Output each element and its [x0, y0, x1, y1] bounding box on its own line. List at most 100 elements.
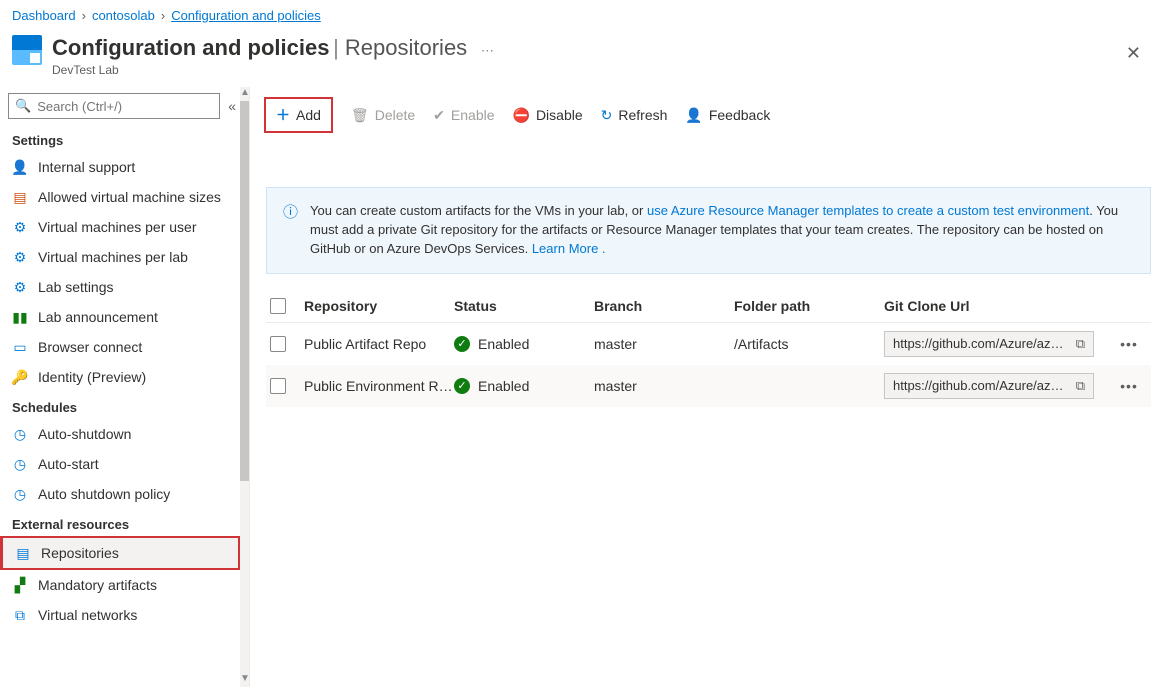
select-all-checkbox[interactable]: [270, 298, 286, 314]
row-checkbox[interactable]: [270, 378, 286, 394]
repositories-table: Repository Status Branch Folder path Git…: [266, 290, 1151, 407]
info-link-arm[interactable]: use Azure Resource Manager templates to …: [647, 203, 1089, 218]
more-actions-icon[interactable]: ⋯: [481, 43, 494, 58]
sidebar-item-lab-settings[interactable]: ⚙ Lab settings: [0, 272, 240, 302]
refresh-icon: ↻: [601, 107, 613, 124]
scroll-thumb[interactable]: [240, 101, 249, 481]
sidebar-item-internal-support[interactable]: 👤 Internal support: [0, 152, 240, 182]
sidebar-scrollbar[interactable]: ▲ ▼: [240, 87, 249, 687]
search-input[interactable]: [37, 99, 213, 114]
sidebar-item-auto-shutdown[interactable]: ◷Auto-shutdown: [0, 419, 240, 449]
toolbar-label: Enable: [451, 107, 495, 123]
sidebar-item-auto-shutdown-policy[interactable]: ◷Auto shutdown policy: [0, 479, 240, 509]
breadcrumb-link-lab[interactable]: contosolab: [92, 8, 155, 23]
cell-branch: master: [594, 378, 734, 394]
disable-icon: ⛔: [513, 107, 530, 124]
breadcrumb-link-current[interactable]: Configuration and policies: [171, 8, 321, 23]
key-icon: 🔑: [12, 369, 28, 385]
col-branch[interactable]: Branch: [594, 298, 734, 314]
sidebar-item-identity[interactable]: 🔑 Identity (Preview): [0, 362, 240, 392]
col-status[interactable]: Status: [454, 298, 594, 314]
gear-icon: ⚙: [12, 219, 28, 235]
sidebar-item-label: Repositories: [41, 545, 119, 561]
devtestlab-icon: [12, 35, 42, 65]
table-row[interactable]: Public Environment Re... ✓ Enabled master…: [266, 365, 1151, 407]
info-text: You can create custom artifacts for the …: [310, 203, 647, 218]
disable-button[interactable]: ⛔ Disable: [513, 107, 583, 124]
sidebar-item-label: Lab settings: [38, 279, 114, 295]
close-icon[interactable]: ✕: [1112, 35, 1155, 72]
cell-name: Public Environment Re...: [304, 378, 454, 394]
sidebar-item-label: Auto shutdown policy: [38, 486, 170, 502]
check-icon: ✓: [454, 378, 470, 394]
sidebar-item-vm-per-lab[interactable]: ⚙Virtual machines per lab: [0, 242, 240, 272]
search-icon: 🔍: [15, 98, 31, 114]
title-separator: |: [333, 35, 345, 60]
sidebar-item-label: Mandatory artifacts: [38, 577, 157, 593]
sidebar-item-label: Auto-shutdown: [38, 426, 131, 442]
collapse-sidebar-icon[interactable]: «: [228, 98, 236, 114]
cell-url: https://github.com/Azure/azure...: [893, 378, 1068, 393]
sidebar-item-auto-start[interactable]: ◷Auto-start: [0, 449, 240, 479]
col-url[interactable]: Git Clone Url: [884, 298, 1111, 314]
sidebar-item-label: Browser connect: [38, 339, 142, 355]
clock-icon: ◷: [12, 456, 28, 472]
sidebar-item-label: Identity (Preview): [38, 369, 146, 385]
main-content: ＋Add 🗑Delete ✔Enable ⛔Disable ↻Refresh 👤…: [250, 87, 1167, 687]
breadcrumb-link-dashboard[interactable]: Dashboard: [12, 8, 76, 23]
resource-type: DevTest Lab: [52, 63, 1112, 77]
row-checkbox[interactable]: [270, 336, 286, 352]
sidebar-item-vm-per-user[interactable]: ⚙ Virtual machines per user: [0, 212, 240, 242]
gear-icon: ⚙: [12, 249, 28, 265]
sidebar: 🔍 « Settings 👤Internal support ▤Allowed …: [0, 87, 250, 687]
sidebar-item-virtual-networks[interactable]: ⧉Virtual networks: [0, 600, 240, 630]
toolbar-label: Delete: [375, 107, 415, 123]
copy-icon[interactable]: ⧉: [1076, 336, 1085, 352]
add-button[interactable]: ＋ Add: [264, 97, 333, 133]
toolbar-label: Disable: [536, 107, 583, 123]
page-subtitle: Repositories: [345, 35, 467, 60]
sidebar-item-label: Virtual machines per user: [38, 219, 196, 235]
sidebar-search[interactable]: 🔍: [8, 93, 220, 119]
table-row[interactable]: Public Artifact Repo ✓Enabled master /Ar…: [266, 323, 1151, 365]
git-url-box[interactable]: https://github.com/Azure/azure... ⧉: [884, 373, 1094, 399]
row-more-icon[interactable]: •••: [1111, 336, 1147, 352]
scroll-up-icon[interactable]: ▲: [240, 87, 249, 101]
toolbar-label: Refresh: [618, 107, 667, 123]
sidebar-item-repositories[interactable]: ▤Repositories: [0, 536, 240, 570]
scroll-down-icon[interactable]: ▼: [240, 673, 249, 687]
sidebar-item-label: Allowed virtual machine sizes: [38, 189, 221, 205]
chevron-right-icon: ›: [82, 8, 86, 23]
sidebar-item-label: Internal support: [38, 159, 135, 175]
cell-branch: master: [594, 336, 734, 352]
toolbar-label: Feedback: [709, 107, 770, 123]
sidebar-item-browser-connect[interactable]: ▭Browser connect: [0, 332, 240, 362]
person-icon: 👤: [12, 159, 28, 175]
feedback-button[interactable]: 👤Feedback: [685, 107, 770, 124]
refresh-button[interactable]: ↻ Refresh: [601, 107, 668, 124]
toolbar-label: Add: [296, 107, 321, 123]
row-more-icon[interactable]: •••: [1111, 378, 1147, 394]
col-repository[interactable]: Repository: [304, 298, 454, 314]
copy-icon[interactable]: ⧉: [1076, 378, 1085, 394]
section-external-resources: External resources: [0, 509, 240, 536]
artifacts-icon: ▗▘: [12, 577, 28, 593]
page-title: Configuration and policies: [52, 35, 329, 60]
enable-button: ✔ Enable: [433, 107, 494, 124]
plus-icon: ＋: [276, 105, 290, 125]
sidebar-item-label: Lab announcement: [38, 309, 158, 325]
cell-folder: /Artifacts: [734, 336, 884, 352]
sidebar-item-lab-announcement[interactable]: ▮▮ Lab announcement: [0, 302, 240, 332]
git-url-box[interactable]: https://github.com/Azure/azure...⧉: [884, 331, 1094, 357]
sidebar-item-mandatory-artifacts[interactable]: ▗▘ Mandatory artifacts: [0, 570, 240, 600]
network-icon: ⧉: [12, 607, 28, 623]
sidebar-item-allowed-sizes[interactable]: ▤Allowed virtual machine sizes: [0, 182, 240, 212]
cell-status: Enabled: [478, 378, 529, 394]
info-link-learn-more[interactable]: Learn More .: [532, 241, 606, 256]
check-circle-icon: ✔: [433, 107, 445, 124]
gear-icon: ⚙: [12, 279, 28, 295]
info-icon: ⓘ: [283, 202, 298, 259]
cell-status: Enabled: [478, 336, 529, 352]
announce-icon: ▮▮: [12, 309, 28, 325]
col-folder[interactable]: Folder path: [734, 298, 884, 314]
